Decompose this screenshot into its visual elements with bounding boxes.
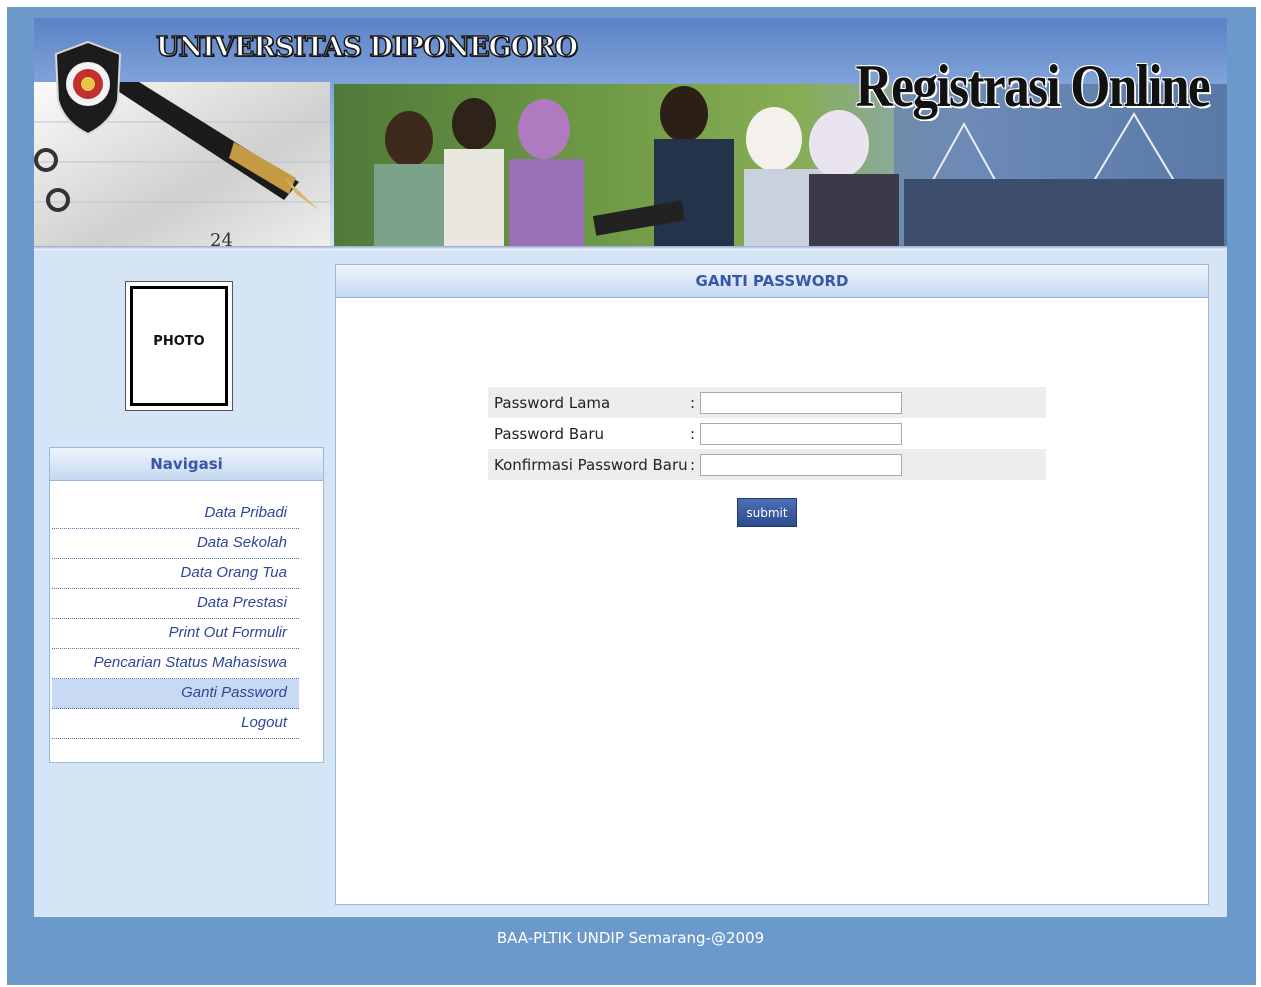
old-password-input[interactable] xyxy=(700,391,902,414)
nav-item-data-orang-tua[interactable]: Data Orang Tua xyxy=(52,559,299,589)
nav-item-ganti-password[interactable]: Ganti Password xyxy=(52,679,299,709)
field-colon: : xyxy=(689,424,695,443)
field-colon: : xyxy=(689,455,695,474)
photo-label: PHOTO xyxy=(130,286,228,406)
header-banner: 24 UNIVERSITAS DIPONEGORO Registrasi Onl… xyxy=(34,18,1227,250)
nav-item-logout[interactable]: Logout xyxy=(52,709,299,739)
university-logo xyxy=(52,40,124,136)
form-row-old-password: Password Lama : xyxy=(488,387,1046,418)
new-password-input[interactable] xyxy=(700,422,902,445)
footer-text: BAA-PLTIK UNDIP Semarang-@2009 xyxy=(496,929,765,947)
password-form: Password Lama : Password Baru : Konfirma… xyxy=(488,387,1046,480)
nav-title: Navigasi xyxy=(50,448,323,481)
nav-item-print-out-formulir[interactable]: Print Out Formulir xyxy=(52,619,299,649)
nav-item-data-pribadi[interactable]: Data Pribadi xyxy=(52,499,299,529)
page-title: GANTI PASSWORD xyxy=(336,265,1208,298)
university-title: UNIVERSITAS DIPONEGORO xyxy=(155,31,579,64)
profile-photo: PHOTO xyxy=(125,281,233,411)
nav-item-pencarian-status[interactable]: Pencarian Status Mahasiswa xyxy=(52,649,299,679)
form-row-new-password: Password Baru : xyxy=(488,418,1046,449)
form-row-confirm-password: Konfirmasi Password Baru : xyxy=(488,449,1046,480)
field-colon: : xyxy=(689,393,695,412)
confirm-password-input[interactable] xyxy=(700,453,902,476)
confirm-password-label: Konfirmasi Password Baru xyxy=(494,455,688,474)
nav-list: Data Pribadi Data Sekolah Data Orang Tua… xyxy=(52,499,299,739)
banner-divider xyxy=(34,246,1227,250)
submit-button[interactable]: submit xyxy=(737,498,797,527)
nav-item-data-prestasi[interactable]: Data Prestasi xyxy=(52,589,299,619)
navigation-panel: Navigasi Data Pribadi Data Sekolah Data … xyxy=(49,447,324,763)
app-title: Registrasi Online xyxy=(855,53,1211,119)
old-password-label: Password Lama xyxy=(494,393,611,412)
nav-item-data-sekolah[interactable]: Data Sekolah xyxy=(52,529,299,559)
main-panel: GANTI PASSWORD Password Lama : Password … xyxy=(335,264,1209,905)
new-password-label: Password Baru xyxy=(494,424,604,443)
